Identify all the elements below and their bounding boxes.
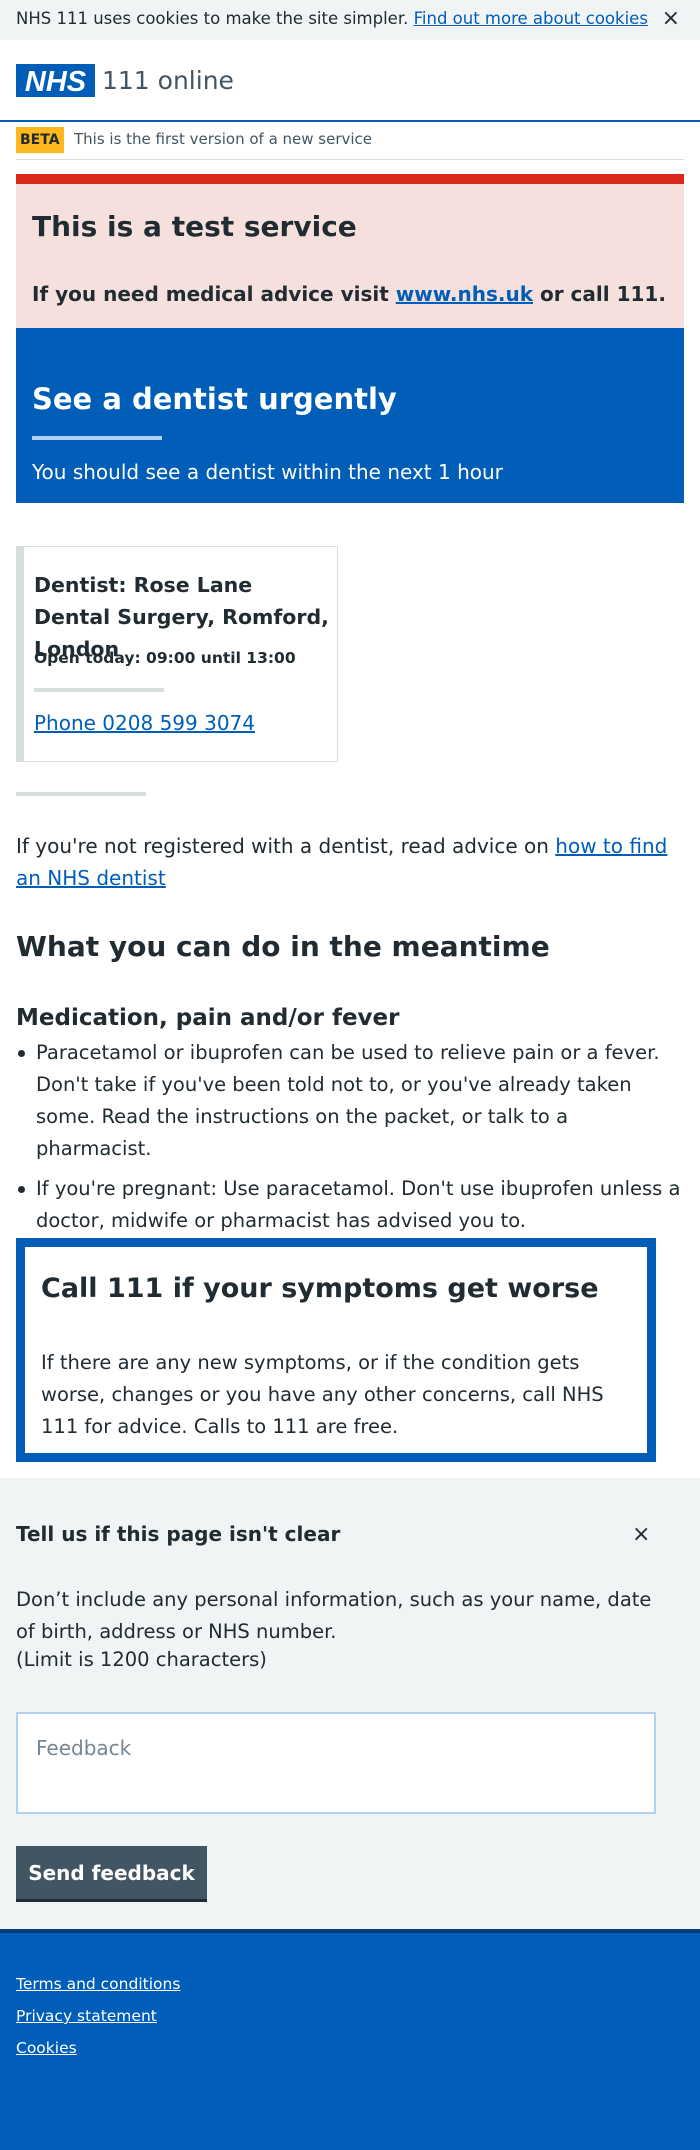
cookies-link[interactable]: Cookies	[16, 2039, 77, 2057]
service-name: 111 online	[102, 66, 234, 95]
privacy-link[interactable]: Privacy statement	[16, 2007, 157, 2025]
test-service-title: This is a test service	[32, 210, 357, 243]
close-icon[interactable]: ×	[662, 6, 680, 31]
cookie-banner: NHS 111 uses cookies to make the site si…	[0, 0, 700, 40]
terms-link[interactable]: Terms and conditions	[16, 1975, 180, 1993]
medication-heading: Medication, pain and/or fever	[16, 1005, 400, 1031]
site-header: NHS 111 online	[0, 40, 700, 122]
card-divider	[34, 688, 164, 692]
dentist-phone-link[interactable]: Phone 0208 599 3074	[34, 711, 255, 735]
nhs-logo-text: NHS	[25, 66, 87, 97]
close-icon[interactable]: ×	[632, 1522, 650, 1547]
beta-tag: BETA	[16, 127, 64, 153]
cookie-banner-text: NHS 111 uses cookies to make the site si…	[16, 9, 648, 28]
feedback-input[interactable]	[16, 1712, 656, 1814]
nhs-logo[interactable]: NHS	[16, 64, 95, 98]
test-service-banner: This is a test service If you need medic…	[16, 174, 684, 328]
feedback-description: Don’t include any personal information, …	[16, 1588, 652, 1643]
registration-advice: If you're not registered with a dentist,…	[16, 830, 684, 894]
cookie-message: NHS 111 uses cookies to make the site si…	[16, 9, 409, 28]
beta-banner: BETA This is the first version of a new …	[16, 124, 684, 160]
feedback-limit: (Limit is 1200 characters)	[16, 1648, 267, 1671]
test-service-prefix: If you need medical advice visit	[32, 282, 389, 306]
site-footer: Terms and conditions Privacy statement C…	[0, 1929, 700, 2150]
worsening-title: Call 111 if your symptoms get worse	[41, 1273, 599, 1304]
nhs-website-link[interactable]: www.nhs.uk	[396, 282, 533, 306]
section-divider	[16, 792, 146, 796]
test-service-suffix: or call 111.	[539, 282, 666, 306]
page-title: See a dentist urgently	[32, 382, 397, 416]
cookie-info-link[interactable]: Find out more about cookies	[414, 9, 648, 28]
list-item: If you're pregnant: Use paracetamol. Don…	[16, 1173, 684, 1237]
dentist-card: Dentist: Rose Lane Dental Surgery, Romfo…	[16, 546, 338, 762]
meantime-heading: What you can do in the meantime	[16, 930, 550, 963]
nhs-logo-icon: NHS	[16, 64, 95, 98]
registration-text: If you're not registered with a dentist,…	[16, 834, 549, 858]
send-feedback-button[interactable]: Send feedback	[16, 1846, 207, 1902]
worsening-care-card: Call 111 if your symptoms get worse If t…	[16, 1238, 656, 1462]
footer-links: Terms and conditions Privacy statement C…	[16, 1973, 180, 2069]
beta-text: This is the first version of a new servi…	[74, 130, 373, 148]
disposition-panel: See a dentist urgently You should see a …	[16, 328, 684, 503]
medication-list: Paracetamol or ibuprofen can be used to …	[16, 1037, 684, 1245]
dentist-opening-hours: Open today: 09:00 until 13:00	[34, 649, 296, 667]
disposition-subtitle: You should see a dentist within the next…	[32, 460, 503, 484]
title-divider	[32, 436, 162, 440]
test-service-body: If you need medical advice visit www.nhs…	[32, 282, 666, 306]
worsening-body: If there are any new symptoms, or if the…	[41, 1351, 604, 1438]
feedback-title: Tell us if this page isn't clear	[16, 1522, 341, 1546]
list-item: Paracetamol or ibuprofen can be used to …	[16, 1037, 684, 1165]
feedback-section: Tell us if this page isn't clear × Don’t…	[0, 1478, 700, 1929]
